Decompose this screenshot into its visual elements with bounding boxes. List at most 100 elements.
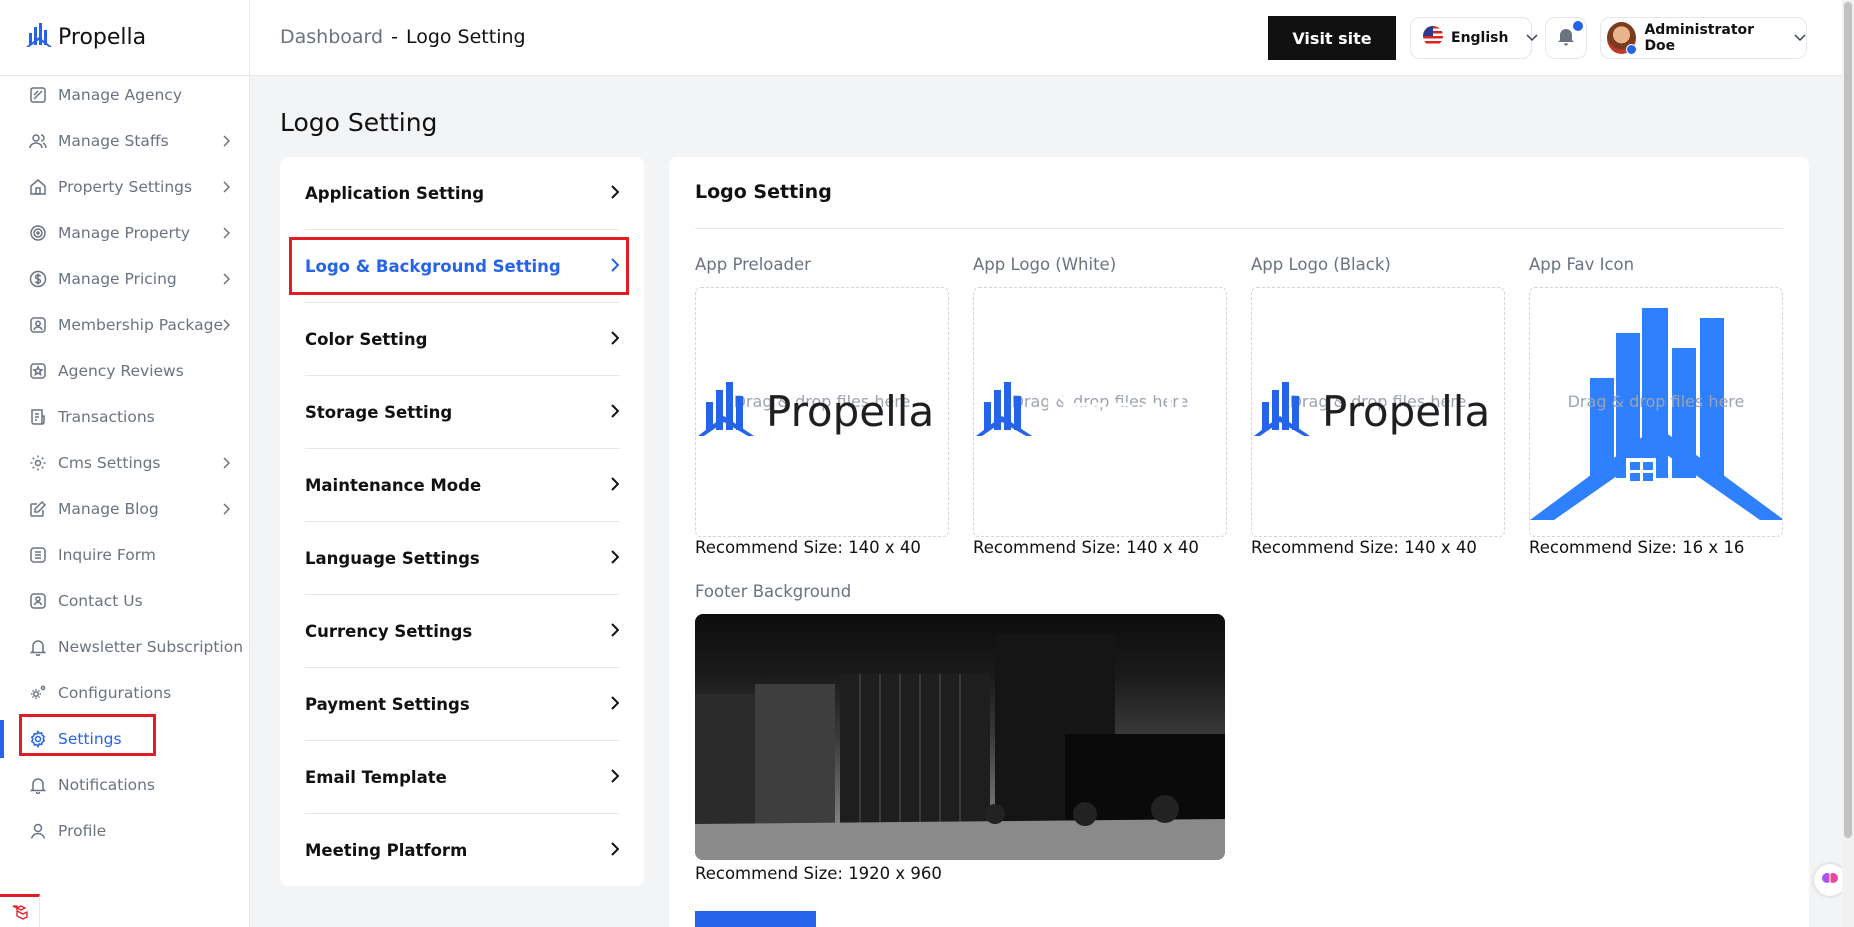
settings-menu-item-application[interactable]: Application Setting bbox=[305, 157, 620, 230]
bell-icon bbox=[1557, 26, 1575, 50]
upload-label-footer-background: Footer Background bbox=[695, 582, 852, 601]
agency-icon bbox=[28, 85, 48, 105]
user-menu[interactable]: Administrator Doe bbox=[1600, 17, 1807, 59]
dropzone-app-fav-icon[interactable]: Drag & drop files here bbox=[1529, 287, 1783, 537]
breadcrumb: Dashboard - Logo Setting bbox=[280, 26, 526, 48]
sidebar-item-label: Contact Us bbox=[58, 592, 143, 610]
sidebar-item-label: Newsletter Subscription bbox=[58, 638, 244, 656]
brand-name: Propella bbox=[58, 25, 147, 50]
visit-site-button[interactable]: Visit site bbox=[1268, 16, 1396, 60]
sidebar-item-profile[interactable]: Profile bbox=[0, 808, 250, 854]
gear-icon bbox=[28, 453, 48, 473]
chevron-down-icon bbox=[1794, 30, 1806, 46]
sidebar-item-configurations[interactable]: Configurations bbox=[0, 670, 250, 716]
sidebar-item-label: Manage Agency bbox=[58, 86, 182, 104]
dropzone-hint: Drag & drop files here bbox=[1567, 392, 1745, 411]
sidebar-item-label: Transactions bbox=[58, 408, 155, 426]
building-photo bbox=[695, 634, 1225, 860]
settings-menu-item-currency[interactable]: Currency Settings bbox=[305, 595, 620, 668]
page-scrollbar[interactable] bbox=[1842, 0, 1854, 927]
upload-label-app-fav-icon: App Fav Icon bbox=[1529, 255, 1635, 274]
panel-title: Logo Setting bbox=[695, 181, 832, 203]
sidebar-item-inquire-form[interactable]: Inquire Form bbox=[0, 532, 250, 578]
edit-icon bbox=[28, 499, 48, 519]
chevron-right-icon bbox=[222, 501, 231, 519]
breadcrumb-separator: - bbox=[391, 26, 398, 48]
brain-icon bbox=[1821, 869, 1839, 891]
sidebar-item-transactions[interactable]: Transactions bbox=[0, 394, 250, 440]
propella-logo-icon bbox=[26, 21, 52, 55]
breadcrumb-root[interactable]: Dashboard bbox=[280, 26, 383, 48]
sidebar-item-label: Profile bbox=[58, 822, 107, 840]
chevron-right-icon bbox=[222, 317, 231, 335]
upload-label-app-logo-white: App Logo (White) bbox=[973, 255, 1117, 274]
settings-menu-item-meeting-platform[interactable]: Meeting Platform bbox=[305, 814, 620, 887]
sidebar-item-label: Membership Package bbox=[58, 316, 223, 334]
breadcrumb-current: Logo Setting bbox=[405, 26, 526, 48]
chevron-right-icon bbox=[610, 695, 620, 714]
sidebar-item-notifications[interactable]: Notifications bbox=[0, 762, 250, 808]
language-selector[interactable]: English bbox=[1410, 17, 1538, 59]
settings-menu-label: Storage Setting bbox=[305, 402, 453, 422]
settings-menu-item-language[interactable]: Language Settings bbox=[305, 522, 620, 595]
chevron-right-icon bbox=[610, 476, 620, 495]
sidebar-item-manage-agency[interactable]: Manage Agency bbox=[0, 72, 250, 118]
sidebar-item-cms-settings[interactable]: Cms Settings bbox=[0, 440, 250, 486]
settings-menu-label: Language Settings bbox=[305, 548, 480, 568]
recommend-size: Recommend Size: 140 x 40 bbox=[695, 538, 921, 557]
svg-text:Propella: Propella bbox=[766, 387, 934, 436]
propella-logo-preview: Propella bbox=[976, 382, 1212, 436]
sidebar-item-membership-package[interactable]: Membership Package bbox=[0, 302, 250, 348]
svg-text:Propella: Propella bbox=[1322, 387, 1490, 436]
sidebar-item-newsletter-subscription[interactable]: Newsletter Subscription bbox=[0, 624, 250, 670]
recommend-size: Recommend Size: 1920 x 960 bbox=[695, 864, 942, 883]
sidebar-item-manage-blog[interactable]: Manage Blog bbox=[0, 486, 250, 532]
sidebar-item-label: Property Settings bbox=[58, 178, 193, 196]
sidebar-item-label: Manage Property bbox=[58, 224, 191, 242]
contact-icon bbox=[28, 591, 48, 611]
chevron-right-icon bbox=[222, 133, 231, 151]
sidebar-item-manage-staffs[interactable]: Manage Staffs bbox=[0, 118, 250, 164]
settings-menu: Application Setting Logo & Background Se… bbox=[280, 157, 644, 886]
brand[interactable]: Propella bbox=[0, 0, 249, 76]
recommend-size: Recommend Size: 16 x 16 bbox=[1529, 538, 1745, 557]
chevron-right-icon bbox=[222, 179, 231, 197]
settings-menu-label: Payment Settings bbox=[305, 694, 470, 714]
settings-menu-item-storage[interactable]: Storage Setting bbox=[305, 376, 620, 449]
dollar-icon bbox=[28, 269, 48, 289]
sidebar-item-manage-pricing[interactable]: Manage Pricing bbox=[0, 256, 250, 302]
chevron-right-icon bbox=[610, 184, 620, 203]
chevron-right-icon bbox=[610, 768, 620, 787]
divider bbox=[695, 228, 1783, 229]
settings-menu-item-email-template[interactable]: Email Template bbox=[305, 741, 620, 814]
scrollbar-thumb[interactable] bbox=[1844, 2, 1852, 838]
settings-menu-label: Application Setting bbox=[305, 183, 485, 203]
sidebar-item-contact-us[interactable]: Contact Us bbox=[0, 578, 250, 624]
chevron-right-icon bbox=[610, 841, 620, 860]
sidebar: Propella Manage Agency Manage Staffs Pro… bbox=[0, 0, 250, 927]
receipt-icon bbox=[28, 407, 48, 427]
chevron-right-icon bbox=[222, 225, 231, 243]
settings-menu-label: Email Template bbox=[305, 767, 447, 787]
sidebar-item-label: Manage Staffs bbox=[58, 132, 169, 150]
sidebar-item-manage-property[interactable]: Manage Property bbox=[0, 210, 250, 256]
list-icon bbox=[28, 545, 48, 565]
sidebar-item-label: Manage Blog bbox=[58, 500, 159, 518]
settings-menu-item-payment[interactable]: Payment Settings bbox=[305, 668, 620, 741]
sidebar-item-property-settings[interactable]: Property Settings bbox=[0, 164, 250, 210]
dropzone-app-preloader[interactable]: Drag & drop files here Propella bbox=[695, 287, 949, 537]
cogs-icon bbox=[28, 683, 48, 703]
dropzone-app-logo-black[interactable]: Drag & drop files here Propella bbox=[1251, 287, 1505, 537]
svg-text:Propella: Propella bbox=[1044, 387, 1212, 436]
language-label: English bbox=[1451, 30, 1509, 46]
sidebar-item-agency-reviews[interactable]: Agency Reviews bbox=[0, 348, 250, 394]
notification-button[interactable] bbox=[1545, 17, 1587, 59]
settings-menu-item-color[interactable]: Color Setting bbox=[305, 303, 620, 376]
top-header: Dashboard - Logo Setting Visit site Engl… bbox=[250, 0, 1854, 76]
footer-background-preview[interactable] bbox=[695, 614, 1225, 860]
settings-menu-item-maintenance[interactable]: Maintenance Mode bbox=[305, 449, 620, 522]
dropzone-app-logo-white[interactable]: Drag & drop files here Propella bbox=[973, 287, 1227, 537]
save-button[interactable] bbox=[695, 911, 816, 927]
settings-menu-label: Meeting Platform bbox=[305, 841, 468, 860]
chevron-right-icon bbox=[222, 455, 231, 473]
